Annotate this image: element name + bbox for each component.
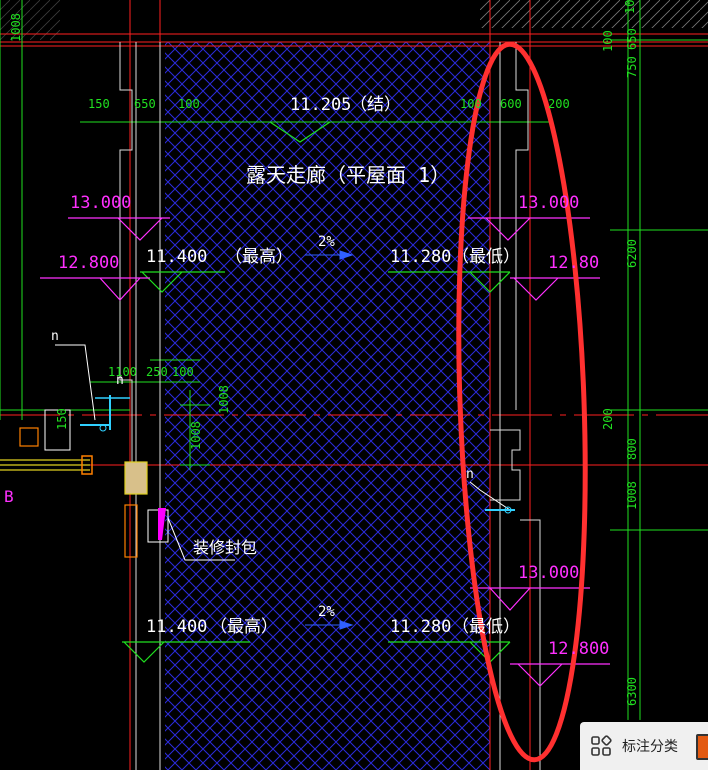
high-level-upper: 11.400	[146, 247, 207, 267]
dim-right-1008: 1008	[625, 481, 639, 510]
dim-top-650: 650	[134, 97, 156, 111]
low-tag-upper: （最低）	[452, 247, 520, 267]
annotation-category-panel[interactable]: 标注分类	[580, 722, 708, 770]
leader-n3: n	[466, 467, 474, 482]
grid-icon	[591, 735, 612, 756]
high-tag-upper: （最高）	[225, 247, 293, 267]
magenta-marker	[158, 508, 166, 540]
dim-mid-100: 100	[172, 365, 194, 379]
decoration-note: 装修封包	[193, 538, 257, 557]
leader-n1: n	[51, 329, 59, 344]
dim-right-200: 200	[601, 408, 615, 430]
dim-right-6300: 6300	[625, 677, 639, 706]
top-wall-hatch	[480, 0, 708, 28]
dim-small-150: 150	[55, 408, 69, 430]
floor-level-right-12800-lower: 12.800	[548, 639, 609, 659]
dim-right-100: 100	[601, 30, 615, 52]
structure-level: 11.205	[290, 95, 351, 115]
floor-level-right-13000-upper: 13.000	[518, 193, 579, 213]
dim-top-100a: 100	[178, 97, 200, 111]
low-level-upper: 11.280	[390, 247, 451, 267]
dim-vertical-2: 1008	[217, 385, 231, 414]
dim-mid-1100: 1100	[108, 365, 137, 379]
floor-level-right-13000-lower: 13.000	[518, 563, 579, 583]
color-swatch-button[interactable]	[696, 734, 708, 760]
dim-vertical-1: 1008	[189, 421, 203, 450]
dim-top-100b: 100	[460, 97, 482, 111]
floor-level-left-13000: 13.000	[70, 193, 131, 213]
corridor-hatch-region	[165, 42, 490, 770]
floor-level-left-12800: 12.800	[58, 253, 119, 273]
slope-label-upper: 2%	[318, 234, 335, 250]
dim-top-150: 150	[88, 97, 110, 111]
slope-label-lower: 2%	[318, 604, 335, 620]
annotation-category-label: 标注分类	[622, 739, 678, 755]
dim-right-650: 650	[625, 28, 639, 50]
dim-right-6200: 6200	[625, 239, 639, 268]
dim-topleft-1008: 1008	[9, 13, 23, 42]
dim-right-750: 750	[625, 56, 639, 78]
structure-tag: （结）	[350, 95, 401, 115]
dim-right-800: 800	[625, 438, 639, 460]
high-tag-lower: （最高）	[210, 617, 278, 637]
cad-drawing-canvas[interactable]: 露天走廊（平屋面 1） 11.205 （结） 11.400 （最高） 11.28…	[0, 0, 708, 770]
high-level-lower: 11.400	[146, 617, 207, 637]
floor-level-right-12800-upper: 12.80	[548, 253, 599, 273]
dim-right-108: 108	[623, 0, 637, 14]
dim-top-600: 600	[500, 97, 522, 111]
grid-label-b: B	[4, 487, 14, 506]
low-tag-lower: （最低）	[452, 617, 520, 637]
dim-mid-250: 250	[146, 365, 168, 379]
dim-top-200: 200	[548, 97, 570, 111]
low-level-lower: 11.280	[390, 617, 451, 637]
title-label: 露天走廊（平屋面 1）	[246, 163, 450, 187]
